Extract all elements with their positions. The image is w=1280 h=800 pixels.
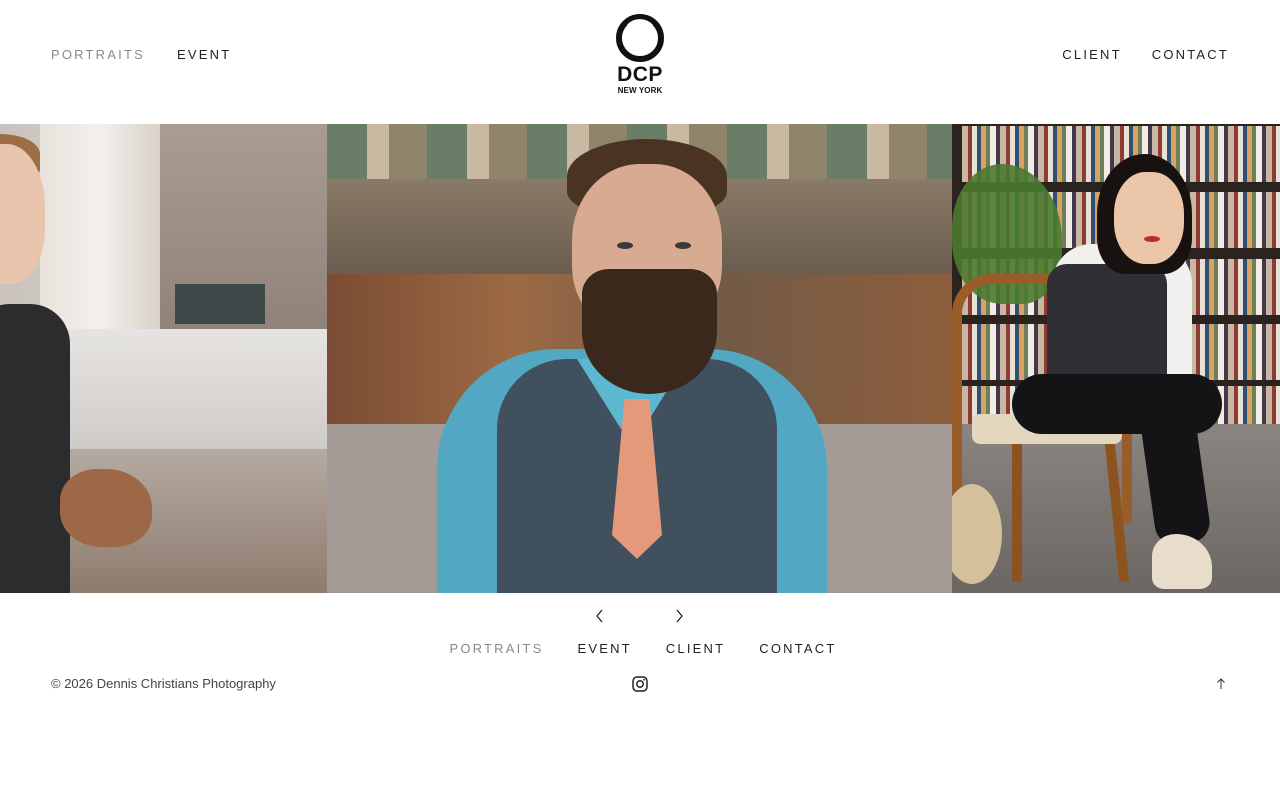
carousel-slide-previous[interactable] (0, 124, 327, 593)
footer-nav-portraits-link[interactable]: PORTRAITS (449, 641, 543, 657)
footer-nav-client-link[interactable]: CLIENT (666, 641, 725, 657)
carousel-slide-current[interactable] (327, 124, 952, 593)
instagram-link[interactable] (631, 675, 649, 693)
chevron-left-icon (596, 609, 603, 623)
instagram-icon (632, 676, 648, 692)
logo-aperture-icon (616, 14, 664, 62)
footer-nav-event-link[interactable]: EVENT (577, 641, 631, 657)
carousel-prev-button[interactable] (590, 606, 610, 626)
header-nav-left: PORTRAITS EVENT (51, 47, 231, 63)
portrait-carousel (0, 124, 1280, 593)
back-to-top-button[interactable] (1213, 676, 1229, 692)
footer-nav: PORTRAITS EVENT CLIENT CONTACT (0, 641, 1280, 657)
carousel-next-button[interactable] (669, 606, 689, 626)
site-logo[interactable]: DCP NEW YORK (612, 12, 668, 96)
nav-client-link[interactable]: CLIENT (1062, 47, 1121, 63)
footer-nav-contact-link[interactable]: CONTACT (759, 641, 836, 657)
chevron-right-icon (676, 609, 683, 623)
header-nav-right: CLIENT CONTACT (1062, 47, 1229, 63)
site-header: PORTRAITS EVENT DCP NEW YORK CLIENT CONT… (0, 0, 1280, 124)
arrow-up-icon (1217, 678, 1225, 689)
logo-wordmark: DCP (617, 63, 663, 86)
nav-portraits-link[interactable]: PORTRAITS (51, 47, 145, 63)
nav-contact-link[interactable]: CONTACT (1152, 47, 1229, 63)
logo-location: NEW YORK (617, 86, 663, 95)
nav-event-link[interactable]: EVENT (177, 47, 231, 63)
copyright-text: © 2026 Dennis Christians Photography (51, 676, 276, 691)
carousel-slide-next[interactable] (952, 124, 1280, 593)
